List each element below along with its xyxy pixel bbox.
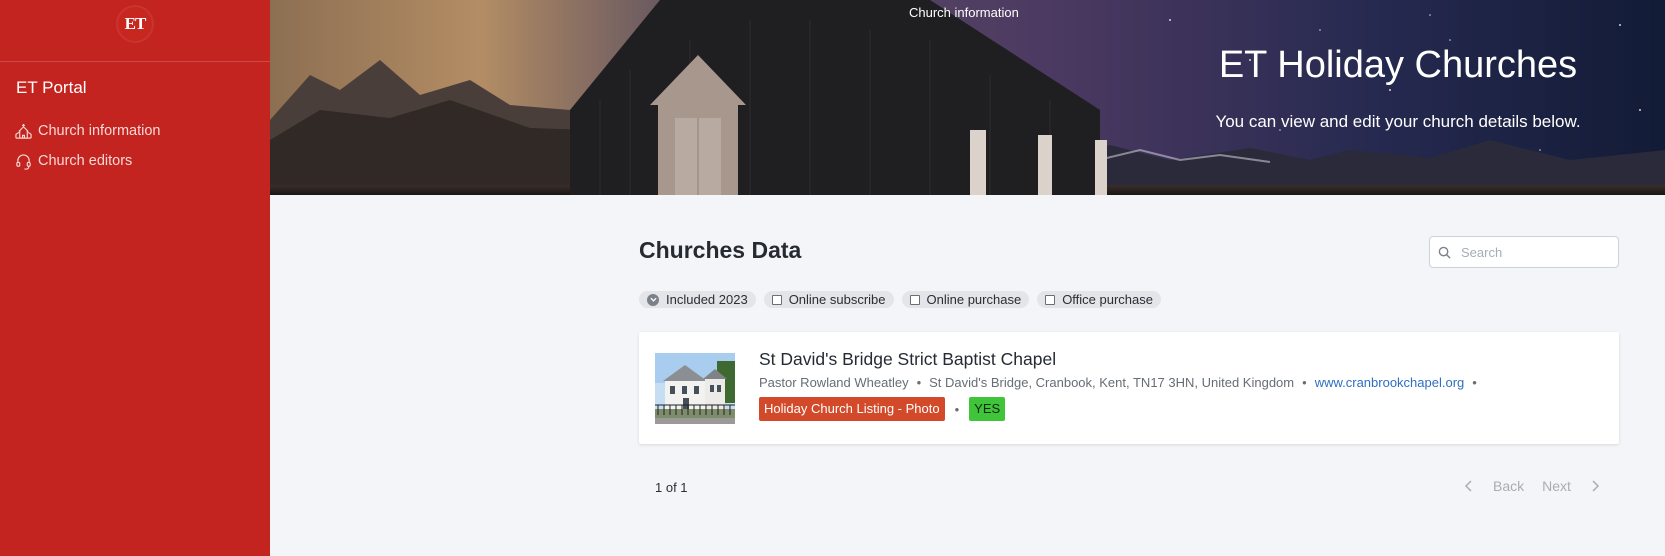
church-website-link[interactable]: www.cranbrookchapel.org xyxy=(1315,375,1465,390)
church-thumbnail[interactable] xyxy=(655,353,735,424)
chevron-right-icon[interactable] xyxy=(1589,479,1601,493)
included-status-badge: YES xyxy=(969,397,1006,421)
separator-dot: • xyxy=(916,375,922,390)
logo-area: ET xyxy=(0,0,270,62)
chevron-down-icon xyxy=(647,293,659,306)
portal-title: ET Portal xyxy=(16,78,87,97)
chevron-left-icon[interactable] xyxy=(1463,479,1475,493)
breadcrumb[interactable]: Church information xyxy=(909,5,1019,20)
chapel-photo-icon xyxy=(655,353,735,424)
listing-type-badge: Holiday Church Listing - Photo xyxy=(759,397,945,421)
filter-label: Office purchase xyxy=(1062,292,1153,307)
church-name[interactable]: St David's Bridge Strict Baptist Chapel xyxy=(759,349,1056,370)
separator-dot: • xyxy=(954,401,960,417)
filter-online-subscribe[interactable]: Online subscribe xyxy=(763,291,894,308)
filter-label: Included 2023 xyxy=(666,292,748,307)
separator-dot: • xyxy=(1472,375,1477,390)
church-address: St David's Bridge, Cranbook, Kent, TN17 … xyxy=(929,375,1295,390)
filter-label: Online subscribe xyxy=(788,292,886,307)
church-meta: Pastor Rowland Wheatley • St David's Bri… xyxy=(759,375,1485,390)
et-logo[interactable]: ET xyxy=(118,7,152,41)
pagination-count: 1 of 1 xyxy=(655,480,688,495)
filter-office-purchase[interactable]: Office purchase xyxy=(1037,291,1161,308)
search-input[interactable] xyxy=(1461,244,1601,260)
sidebar-item-label: Church information xyxy=(38,123,161,139)
checkbox-icon[interactable] xyxy=(909,294,920,305)
section-title: Churches Data xyxy=(639,237,802,263)
sidebar-item-label: Church editors xyxy=(38,153,133,169)
pagination-controls: Back Next xyxy=(1463,478,1601,494)
back-button[interactable]: Back xyxy=(1493,478,1524,494)
checkbox-icon[interactable] xyxy=(1045,294,1056,305)
church-tags: Holiday Church Listing - Photo • YES xyxy=(759,397,1006,421)
hero-banner: Church information ET Holiday Churches Y… xyxy=(270,0,1665,195)
next-button[interactable]: Next xyxy=(1542,478,1571,494)
filter-included-2023[interactable]: Included 2023 xyxy=(639,291,756,308)
search-box[interactable] xyxy=(1429,236,1619,268)
sidebar: ET ET Portal Church information Church e… xyxy=(0,0,270,556)
church-icon xyxy=(15,123,32,139)
hero-background-image xyxy=(270,0,1665,195)
headset-icon xyxy=(16,153,31,170)
filter-online-purchase[interactable]: Online purchase xyxy=(901,291,1030,308)
search-icon xyxy=(1438,246,1451,259)
sidebar-item-church-information[interactable]: Church information xyxy=(0,116,270,146)
page-title: ET Holiday Churches xyxy=(1218,44,1578,86)
filter-label: Online purchase xyxy=(926,292,1022,307)
church-result-card[interactable]: St David's Bridge Strict Baptist Chapel … xyxy=(639,332,1619,444)
checkbox-icon[interactable] xyxy=(771,294,782,305)
separator-dot: • xyxy=(1302,375,1307,390)
sidebar-item-church-editors[interactable]: Church editors xyxy=(0,146,270,176)
filter-chips: Included 2023 Online subscribe Online pu… xyxy=(639,291,1161,308)
page-subtitle: You can view and edit your church detail… xyxy=(1215,112,1581,131)
church-pastor: Pastor Rowland Wheatley xyxy=(759,375,909,390)
